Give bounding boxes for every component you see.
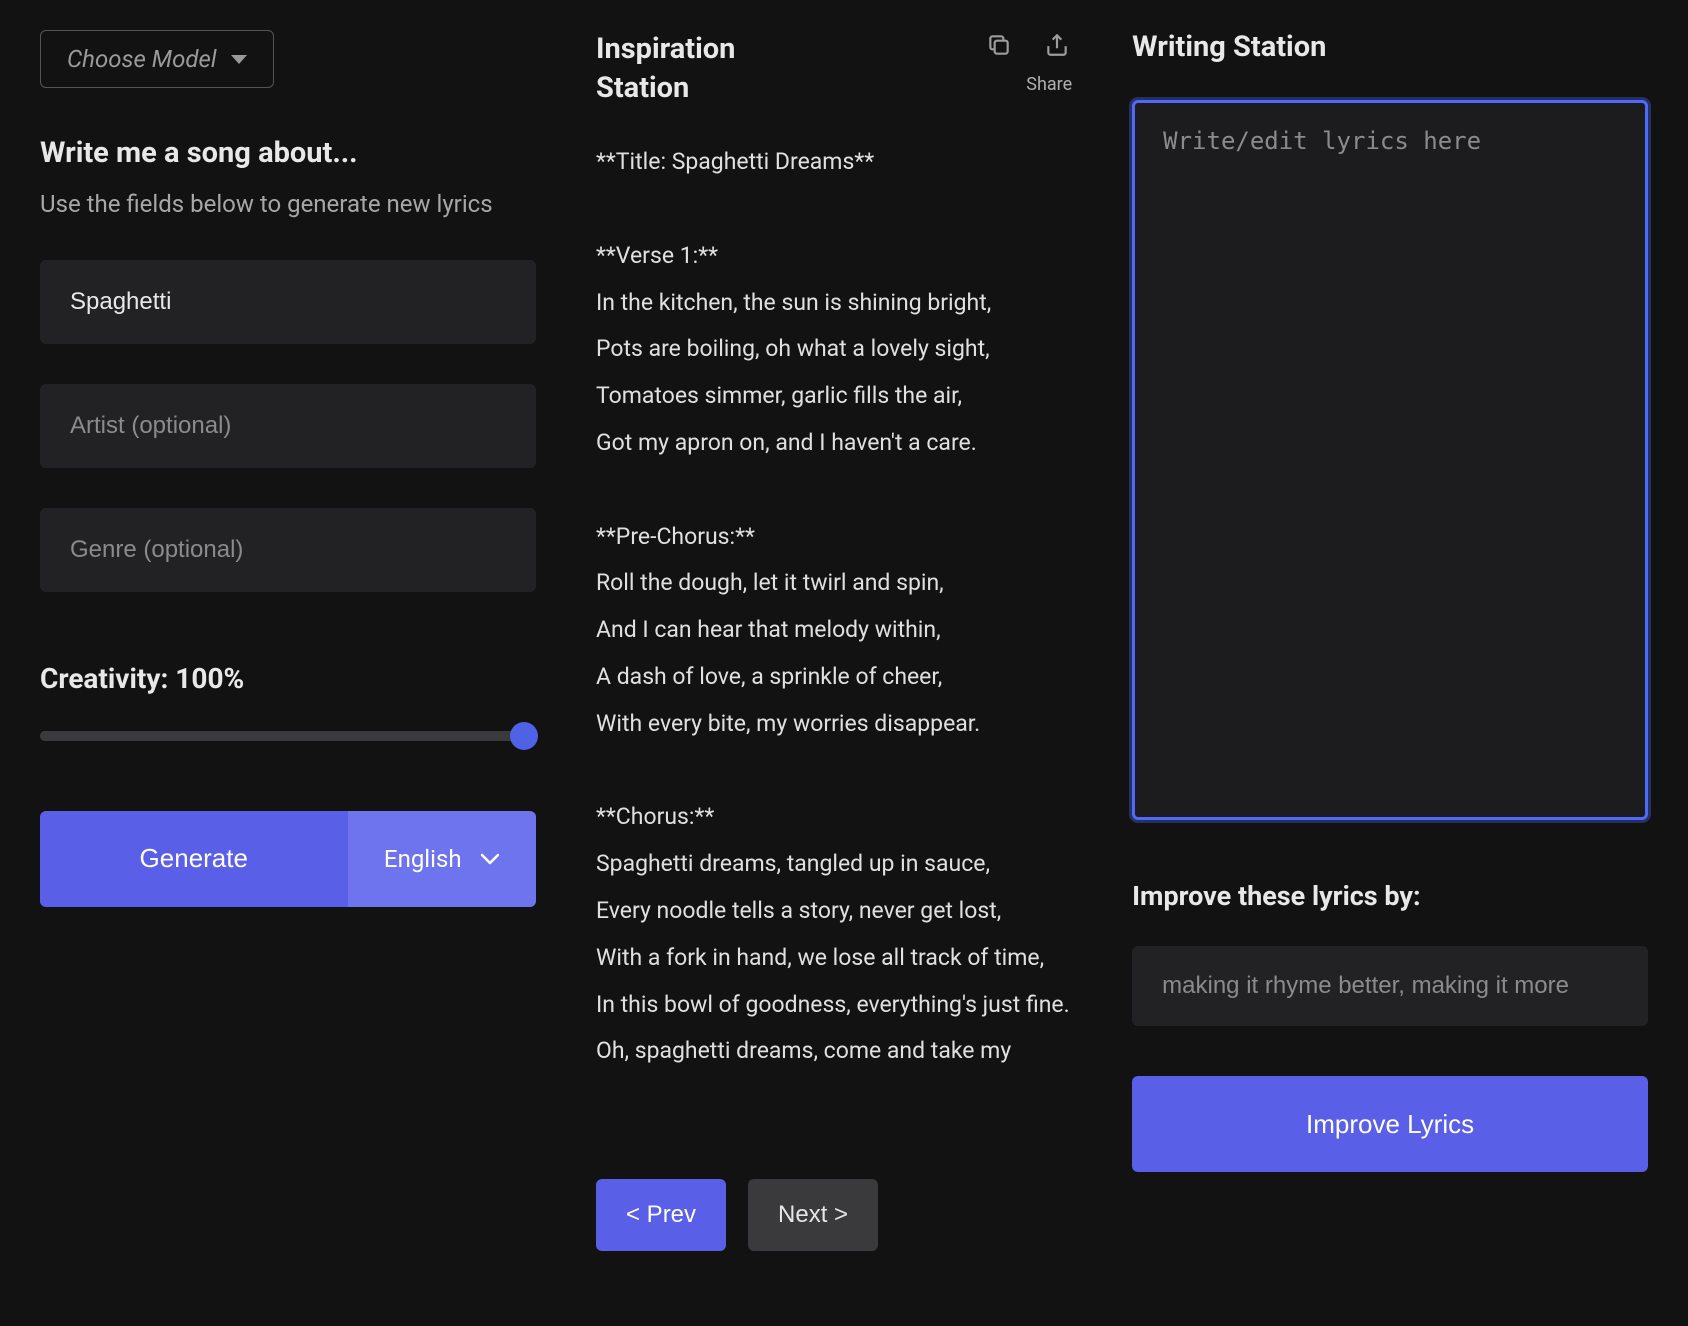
lyrics-line: Spaghetti dreams, tangled up in sauce, xyxy=(596,846,1072,883)
lyrics-line xyxy=(596,472,1072,509)
lyrics-line: A dash of love, a sprinkle of cheer, xyxy=(596,659,1072,696)
lyrics-line: **Chorus:** xyxy=(596,799,1072,836)
lyrics-line: **Title: Spaghetti Dreams** xyxy=(596,144,1072,181)
prev-button[interactable]: < Prev xyxy=(596,1179,726,1251)
slider-fill xyxy=(40,731,536,741)
improve-title: Improve these lyrics by: xyxy=(1132,880,1648,912)
language-selected-label: English xyxy=(384,845,462,873)
inspiration-title: Inspiration Station xyxy=(596,30,984,108)
language-select[interactable]: English xyxy=(348,811,536,907)
topic-input[interactable] xyxy=(40,260,536,344)
artist-input[interactable] xyxy=(40,384,536,468)
chevron-down-icon xyxy=(231,55,247,64)
lyrics-editor[interactable] xyxy=(1132,100,1648,820)
lyrics-fade xyxy=(596,1089,1072,1149)
share-icon[interactable] xyxy=(1042,30,1072,60)
generate-button[interactable]: Generate xyxy=(40,811,348,907)
creativity-slider[interactable] xyxy=(40,731,536,741)
model-select[interactable]: Choose Model xyxy=(40,30,274,88)
improve-input[interactable] xyxy=(1132,946,1648,1026)
copy-icon[interactable] xyxy=(984,30,1014,60)
lyrics-line: Every noodle tells a story, never get lo… xyxy=(596,893,1072,930)
lyrics-line: With every bite, my worries disappear. xyxy=(596,706,1072,743)
chevron-down-icon xyxy=(480,853,500,865)
prompt-subtext: Use the fields below to generate new lyr… xyxy=(40,188,536,222)
lyrics-line: In this bowl of goodness, everything's j… xyxy=(596,987,1072,1024)
genre-input[interactable] xyxy=(40,508,536,592)
lyrics-line: Pots are boiling, oh what a lovely sight… xyxy=(596,331,1072,368)
share-label: Share xyxy=(1026,74,1072,95)
lyrics-line: Roll the dough, let it twirl and spin, xyxy=(596,565,1072,602)
lyrics-line: In the kitchen, the sun is shining brigh… xyxy=(596,285,1072,322)
lyrics-line xyxy=(596,191,1072,228)
lyrics-display: **Title: Spaghetti Dreams** **Verse 1:**… xyxy=(596,144,1072,1149)
prompt-title: Write me a song about... xyxy=(40,136,536,170)
lyrics-line: **Pre-Chorus:** xyxy=(596,519,1072,556)
next-button[interactable]: Next > xyxy=(748,1179,878,1251)
improve-lyrics-button[interactable]: Improve Lyrics xyxy=(1132,1076,1648,1172)
lyrics-line: Got my apron on, and I haven't a care. xyxy=(596,425,1072,462)
lyrics-line: Tomatoes simmer, garlic fills the air, xyxy=(596,378,1072,415)
writing-station-title: Writing Station xyxy=(1132,30,1648,64)
lyrics-line: And I can hear that melody within, xyxy=(596,612,1072,649)
lyrics-line xyxy=(596,753,1072,790)
creativity-label: Creativity: 100% xyxy=(40,662,536,695)
lyrics-line: **Verse 1:** xyxy=(596,238,1072,275)
model-select-label: Choose Model xyxy=(67,45,217,73)
lyrics-line: With a fork in hand, we lose all track o… xyxy=(596,940,1072,977)
lyrics-line: Oh, spaghetti dreams, come and take my xyxy=(596,1033,1072,1070)
slider-thumb[interactable] xyxy=(510,722,538,750)
